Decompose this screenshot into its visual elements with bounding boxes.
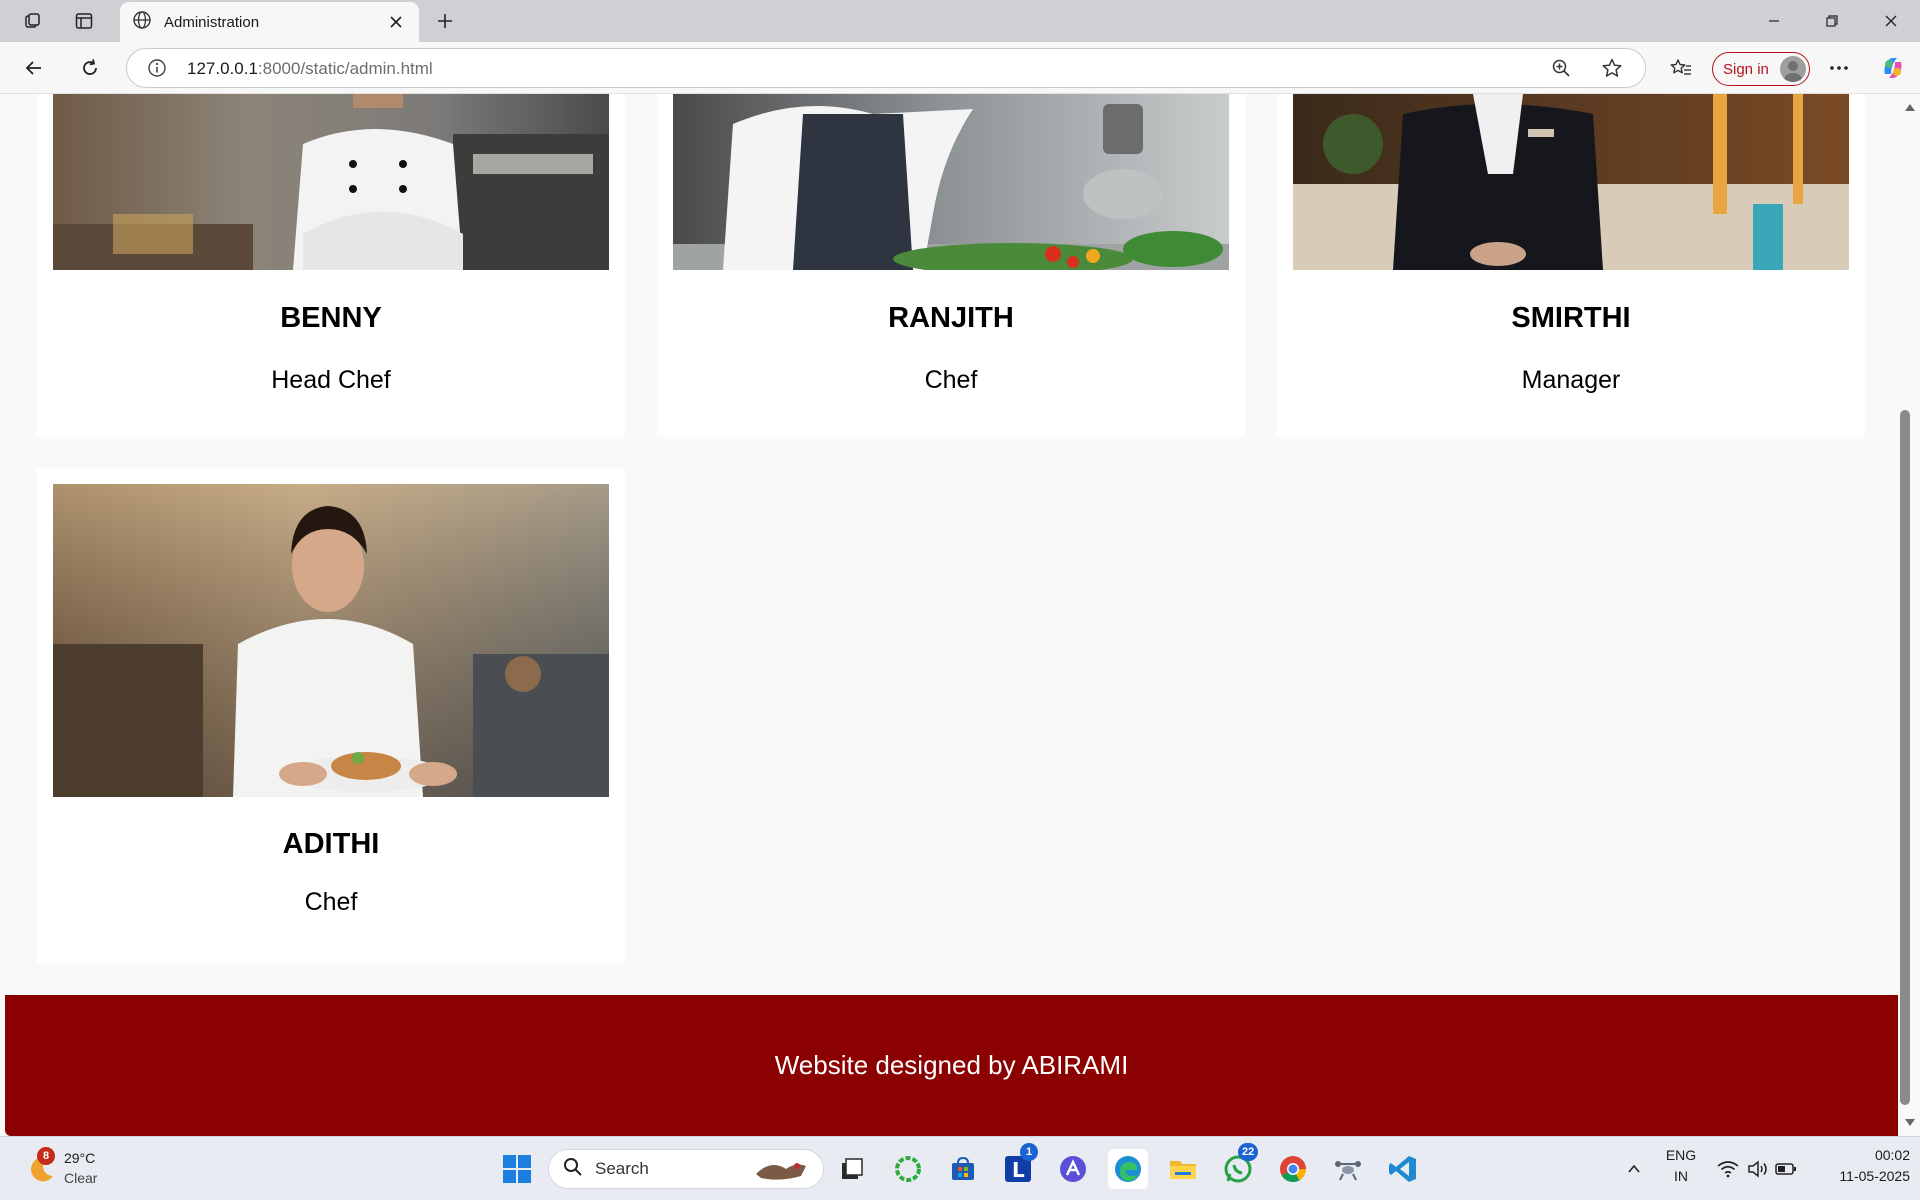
search-placeholder: Search (595, 1159, 649, 1178)
taskbar-search[interactable]: Search (548, 1149, 824, 1189)
url-path: :8000/static/admin.html (257, 59, 433, 78)
staff-name: ADITHI (282, 828, 380, 860)
chrome-icon[interactable] (1273, 1149, 1313, 1189)
language-top[interactable]: ENG (1660, 1147, 1702, 1163)
staff-name: SMIRTHI (1511, 302, 1631, 334)
close-tab-icon[interactable] (385, 11, 407, 33)
scroll-up-arrow-icon[interactable] (1904, 102, 1916, 112)
staff-card: ADITHI Chef (37, 468, 625, 963)
avatar-icon (1780, 56, 1806, 82)
staff-card: SMIRTHI Manager (1277, 94, 1865, 437)
staff-card: BENNY Head Chef (37, 94, 625, 437)
edge-icon[interactable] (1108, 1149, 1148, 1189)
clock-date[interactable]: 11-05-2025 (1810, 1168, 1910, 1184)
staff-name: BENNY (280, 302, 382, 334)
browser-toolbar: 127.0.0.1:8000/static/admin.html Sign in (0, 42, 1920, 94)
scroll-down-arrow-icon[interactable] (1904, 1118, 1916, 1128)
search-highlight-icon (751, 1154, 811, 1189)
whatsapp-badge: 22 (1238, 1143, 1259, 1161)
site-footer: Website designed by ABIRAMI (5, 995, 1898, 1136)
minimize-button[interactable] (1745, 0, 1803, 42)
sign-in-label: Sign in (1723, 60, 1769, 78)
staff-role: Head Chef (271, 366, 391, 394)
battery-icon[interactable] (1766, 1149, 1806, 1189)
staff-card: RANJITH Chef (657, 94, 1245, 437)
tab-administration[interactable]: Administration (120, 2, 419, 42)
svg-text:L: L (1012, 1158, 1025, 1182)
start-icon[interactable] (497, 1149, 537, 1189)
weather-badge: 8 (37, 1147, 55, 1165)
favorite-star-icon[interactable] (1601, 57, 1623, 84)
ai-app-icon[interactable] (1053, 1149, 1093, 1189)
restore-button[interactable] (1803, 0, 1861, 42)
back-button[interactable] (17, 52, 51, 84)
workspaces-icon[interactable] (18, 7, 48, 35)
drone-app-icon[interactable] (1328, 1149, 1368, 1189)
reload-button[interactable] (73, 52, 107, 84)
browser-titlebar: Administration (0, 0, 1920, 42)
store-icon[interactable] (943, 1149, 983, 1189)
scrollbar-thumb[interactable] (1900, 410, 1910, 1105)
staff-role: Manager (1521, 366, 1621, 394)
zoom-icon[interactable] (1551, 58, 1571, 83)
staff-role: Chef (924, 366, 978, 394)
search-icon (563, 1157, 583, 1182)
staff-name: RANJITH (888, 302, 1014, 334)
staff-photo-chef (53, 484, 609, 797)
globe-icon (132, 10, 152, 35)
favorites-icon[interactable] (1664, 52, 1698, 84)
show-hidden-icons-chevron-icon[interactable] (1614, 1149, 1654, 1189)
tab-title: Administration (164, 13, 260, 31)
footer-text: Website designed by ABIRAMI (774, 1050, 1129, 1080)
vertical-tabs-icon[interactable] (69, 7, 99, 35)
vscode-icon[interactable] (1383, 1149, 1423, 1189)
new-tab-button[interactable] (430, 7, 460, 35)
language-bottom[interactable]: IN (1660, 1168, 1702, 1184)
url-text: 127.0.0.1:8000/static/admin.html (187, 59, 433, 79)
windows-taskbar: 8 29°C Clear Search L 1 22 ENG IN 00:02 … (0, 1136, 1920, 1200)
staff-photo-chef (673, 94, 1229, 270)
staff-role: Chef (304, 888, 358, 916)
copilot-icon[interactable] (1876, 52, 1910, 84)
page-viewport: BENNY Head Chef RANJITH Chef SMIRTHI Man… (0, 94, 1898, 1136)
mail-badge: 1 (1020, 1143, 1038, 1161)
copilot-app-icon[interactable] (888, 1149, 928, 1189)
task-view-icon[interactable] (832, 1149, 872, 1189)
url-host: 127.0.0.1 (187, 59, 258, 78)
clock-time[interactable]: 00:02 (1810, 1147, 1910, 1163)
site-info-icon[interactable] (147, 58, 167, 83)
file-explorer-icon[interactable] (1163, 1149, 1203, 1189)
weather-temp: 29°C (64, 1150, 96, 1166)
staff-photo-head-chef (53, 94, 609, 270)
close-window-button[interactable] (1862, 0, 1920, 42)
address-bar[interactable]: 127.0.0.1:8000/static/admin.html (126, 48, 1646, 88)
staff-photo-manager (1293, 94, 1849, 270)
sign-in-button[interactable]: Sign in (1712, 52, 1810, 86)
more-menu-icon[interactable] (1822, 52, 1856, 84)
weather-desc: Clear (64, 1170, 98, 1186)
